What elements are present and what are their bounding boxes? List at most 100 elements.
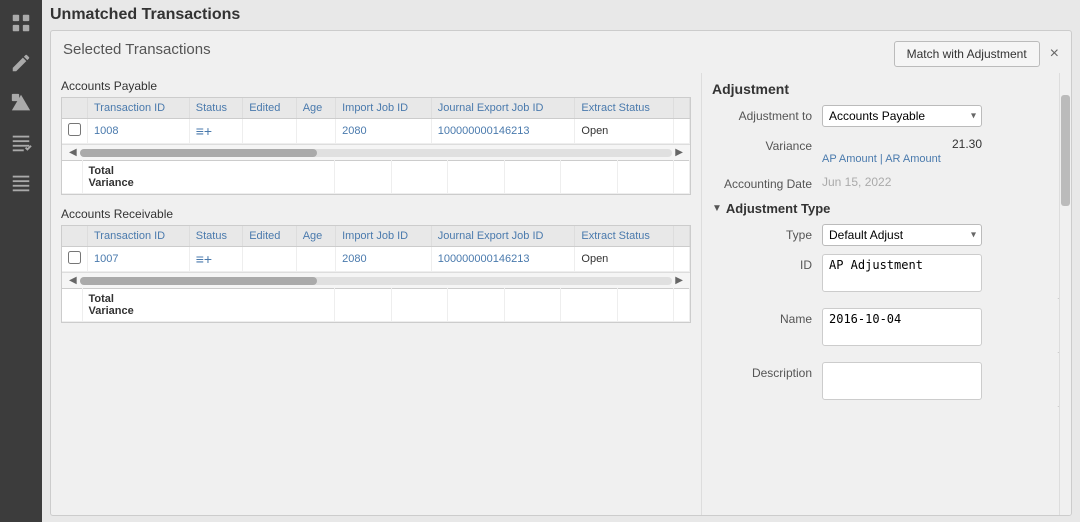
- ap-col-age[interactable]: Age: [296, 98, 335, 119]
- adj-id-label: ID: [712, 254, 822, 272]
- ar-col-extract-status[interactable]: Extract Status: [575, 226, 674, 247]
- ar-col-check: [62, 226, 88, 247]
- adj-desc-row: Description ⌟: [712, 362, 1061, 408]
- ar-table-wrapper: Transaction ID Status Edited Age Import …: [61, 225, 691, 323]
- resize-handle-id: ⌟: [822, 291, 1061, 300]
- ar-col-status[interactable]: Status: [189, 226, 242, 247]
- match-adjustment-button[interactable]: Match with Adjustment: [894, 41, 1040, 67]
- ap-scroll-left[interactable]: ◀: [66, 147, 80, 158]
- adj-date-display: Jun 15, 2022: [822, 173, 1061, 191]
- adj-type-label: Type: [712, 224, 822, 242]
- ar-scrollbar[interactable]: [80, 277, 673, 285]
- right-panel-scrollbar[interactable]: [1059, 73, 1071, 515]
- shapes-icon: [10, 92, 32, 117]
- list-icon: [10, 172, 32, 197]
- ap-row-transaction-id[interactable]: 1008: [88, 119, 190, 144]
- ar-scroll-row: ◀ ▶: [62, 272, 690, 288]
- ap-scroll-right[interactable]: ▶: [672, 147, 686, 158]
- ar-scroll-right[interactable]: ▶: [672, 275, 686, 286]
- adj-type-select[interactable]: Default Adjust Manual Adjust: [822, 224, 982, 246]
- ar-col-import-job-id[interactable]: Import Job ID: [336, 226, 432, 247]
- ar-row-journal-export-job-id[interactable]: 100000000146213: [431, 247, 575, 272]
- adj-to-label: Adjustment to: [712, 105, 822, 123]
- ap-col-check: [62, 98, 88, 119]
- ar-table-row: 1007 ≡+ 2080 100000000146213 Open: [62, 247, 690, 272]
- ar-tv-check: [62, 289, 82, 322]
- ap-row-import-job-id[interactable]: 2080: [336, 119, 432, 144]
- modal-body: Accounts Payable Transaction ID Status E…: [51, 73, 1071, 515]
- ar-row-check[interactable]: [62, 247, 88, 272]
- ap-tv-age: [448, 161, 504, 194]
- modal-container: Selected Transactions Match with Adjustm…: [50, 30, 1072, 516]
- ap-col-journal-export-job-id[interactable]: Journal Export Job ID: [431, 98, 575, 119]
- adj-type-title-text: Adjustment Type: [726, 201, 831, 216]
- ar-col-journal-export-job-id[interactable]: Journal Export Job ID: [431, 226, 575, 247]
- ar-col-extra: [674, 226, 690, 247]
- adj-name-value: 2016-10-04 ⌟: [822, 308, 1061, 354]
- ap-ar-amount-link[interactable]: AP Amount | AR Amount: [822, 153, 1061, 165]
- ap-table-wrapper: Transaction ID Status Edited Age Import …: [61, 97, 691, 195]
- ap-tv-extract: [617, 161, 673, 194]
- adj-variance-label: Variance: [712, 135, 822, 153]
- ap-table-row: 1008 ≡+ 2080 100000000146213 Open: [62, 119, 690, 144]
- adj-to-select-wrapper[interactable]: Accounts Payable Accounts Receivable: [822, 105, 982, 127]
- ar-row-import-job-id[interactable]: 2080: [336, 247, 432, 272]
- adj-desc-textarea[interactable]: [822, 362, 982, 400]
- ap-col-edited[interactable]: Edited: [243, 98, 296, 119]
- ap-col-status[interactable]: Status: [189, 98, 242, 119]
- sidebar-item-dashboard[interactable]: [3, 6, 39, 42]
- adj-desc-value: ⌟: [822, 362, 1061, 408]
- adj-to-value: Accounts Payable Accounts Receivable: [822, 105, 1061, 127]
- triangle-icon: ▼: [712, 203, 722, 214]
- right-panel: Adjustment Adjustment to Accounts Payabl…: [701, 73, 1071, 515]
- ar-col-age[interactable]: Age: [296, 226, 335, 247]
- ar-tv-status: [335, 289, 391, 322]
- adj-date-label: Accounting Date: [712, 173, 822, 191]
- adj-type-title: ▼ Adjustment Type: [712, 201, 1061, 216]
- ar-tv-extract: [617, 289, 673, 322]
- ar-col-edited[interactable]: Edited: [243, 226, 296, 247]
- ap-row-extract-status: Open: [575, 119, 674, 144]
- ap-scrollbar[interactable]: [80, 149, 673, 157]
- sidebar-item-shapes[interactable]: [3, 86, 39, 122]
- adj-variance-row: Variance 21.30 AP Amount | AR Amount: [712, 135, 1061, 165]
- adj-type-select-wrapper[interactable]: Default Adjust Manual Adjust: [822, 224, 982, 246]
- ar-col-transaction-id[interactable]: Transaction ID: [88, 226, 190, 247]
- adj-date-value: Jun 15, 2022: [822, 173, 1061, 191]
- ap-col-extract-status[interactable]: Extract Status: [575, 98, 674, 119]
- adj-to-row: Adjustment to Accounts Payable Accounts …: [712, 105, 1061, 127]
- ap-tv-import: [504, 161, 560, 194]
- ap-status-icon: ≡+: [196, 123, 212, 139]
- sidebar-item-list[interactable]: [3, 166, 39, 202]
- adj-desc-label: Description: [712, 362, 822, 380]
- adj-name-textarea[interactable]: 2016-10-04: [822, 308, 982, 346]
- ap-row-check[interactable]: [62, 119, 88, 144]
- ar-tv-extra: [674, 289, 690, 322]
- ar-total-variance-row: TotalVariance: [62, 289, 690, 322]
- ar-tv-label: TotalVariance: [82, 289, 335, 322]
- header-right: Match with Adjustment ×: [894, 41, 1059, 67]
- ar-tv-journal: [561, 289, 617, 322]
- edit-icon: [10, 52, 32, 77]
- ar-row-transaction-id[interactable]: 1007: [88, 247, 190, 272]
- ar-scroll-left[interactable]: ◀: [66, 275, 80, 286]
- ar-row-age: [296, 247, 335, 272]
- ar-tv-age: [448, 289, 504, 322]
- ap-col-transaction-id[interactable]: Transaction ID: [88, 98, 190, 119]
- ap-total-variance-row: TotalVariance: [62, 161, 690, 194]
- ap-tv-status: [335, 161, 391, 194]
- adj-type-row: Type Default Adjust Manual Adjust: [712, 224, 1061, 246]
- adjustment-section-title: Adjustment: [712, 81, 1061, 97]
- ap-row-journal-export-job-id[interactable]: 100000000146213: [431, 119, 575, 144]
- adj-date-row: Accounting Date Jun 15, 2022: [712, 173, 1061, 191]
- adj-type-value: Default Adjust Manual Adjust: [822, 224, 1061, 246]
- close-button[interactable]: ×: [1050, 46, 1059, 62]
- ap-row-edited: [243, 119, 296, 144]
- sidebar-item-edit[interactable]: [3, 46, 39, 82]
- ap-row-age: [296, 119, 335, 144]
- sidebar-item-listcheck[interactable]: [3, 126, 39, 162]
- ap-col-import-job-id[interactable]: Import Job ID: [336, 98, 432, 119]
- adj-id-textarea[interactable]: AP Adjustment: [822, 254, 982, 292]
- adj-to-select[interactable]: Accounts Payable Accounts Receivable: [822, 105, 982, 127]
- ar-row-status: ≡+: [189, 247, 242, 272]
